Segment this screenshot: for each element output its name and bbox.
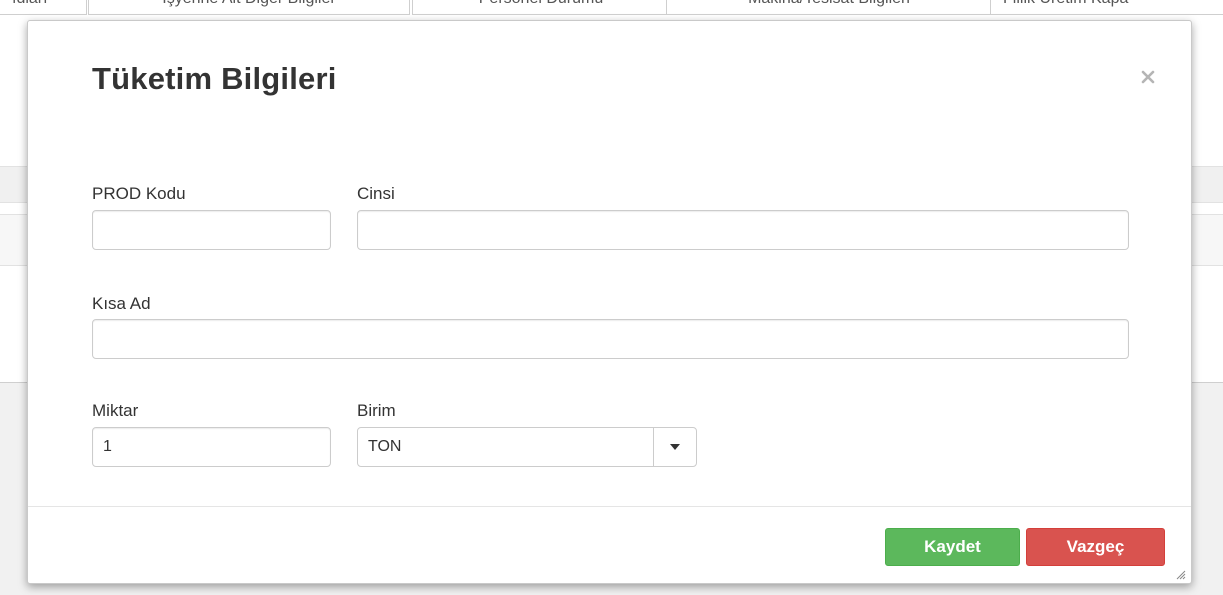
modal-footer-divider bbox=[28, 506, 1191, 507]
background-tab[interactable]: Makina/Tesisat Bilgileri bbox=[666, 0, 992, 15]
background-tab[interactable]: Fiilik Üretim Kapa bbox=[990, 0, 1223, 15]
miktar-label: Miktar bbox=[92, 401, 139, 420]
kisa-ad-input[interactable] bbox=[92, 319, 1129, 359]
consumption-info-modal: Tüketim Bilgileri PROD Kodu Cinsi Kısa A… bbox=[27, 20, 1192, 584]
birim-label: Birim bbox=[357, 401, 396, 420]
chevron-down-icon[interactable] bbox=[653, 428, 696, 466]
background-tab[interactable]: ıdları bbox=[0, 0, 87, 15]
cinsi-label: Cinsi bbox=[357, 184, 395, 203]
background-tab[interactable]: Personel Durumu bbox=[412, 0, 670, 15]
kisa-ad-label: Kısa Ad bbox=[92, 294, 151, 313]
prod-kodu-input[interactable] bbox=[92, 210, 331, 250]
resize-handle-icon[interactable] bbox=[1174, 567, 1186, 580]
birim-selected-value: TON bbox=[368, 438, 402, 455]
modal-title: Tüketim Bilgileri bbox=[92, 61, 337, 96]
miktar-input[interactable] bbox=[92, 427, 331, 467]
background-tab-bar: ıdları İşyerine Ait Diğer Bilgiler Perso… bbox=[0, 0, 1223, 16]
save-button[interactable]: Kaydet bbox=[885, 528, 1020, 566]
close-icon[interactable] bbox=[1138, 67, 1158, 87]
background-tab[interactable]: İşyerine Ait Diğer Bilgiler bbox=[88, 0, 410, 15]
cinsi-input[interactable] bbox=[357, 210, 1129, 250]
prod-kodu-label: PROD Kodu bbox=[92, 184, 186, 203]
cancel-button[interactable]: Vazgeç bbox=[1026, 528, 1165, 566]
birim-select[interactable]: TON bbox=[357, 427, 697, 467]
